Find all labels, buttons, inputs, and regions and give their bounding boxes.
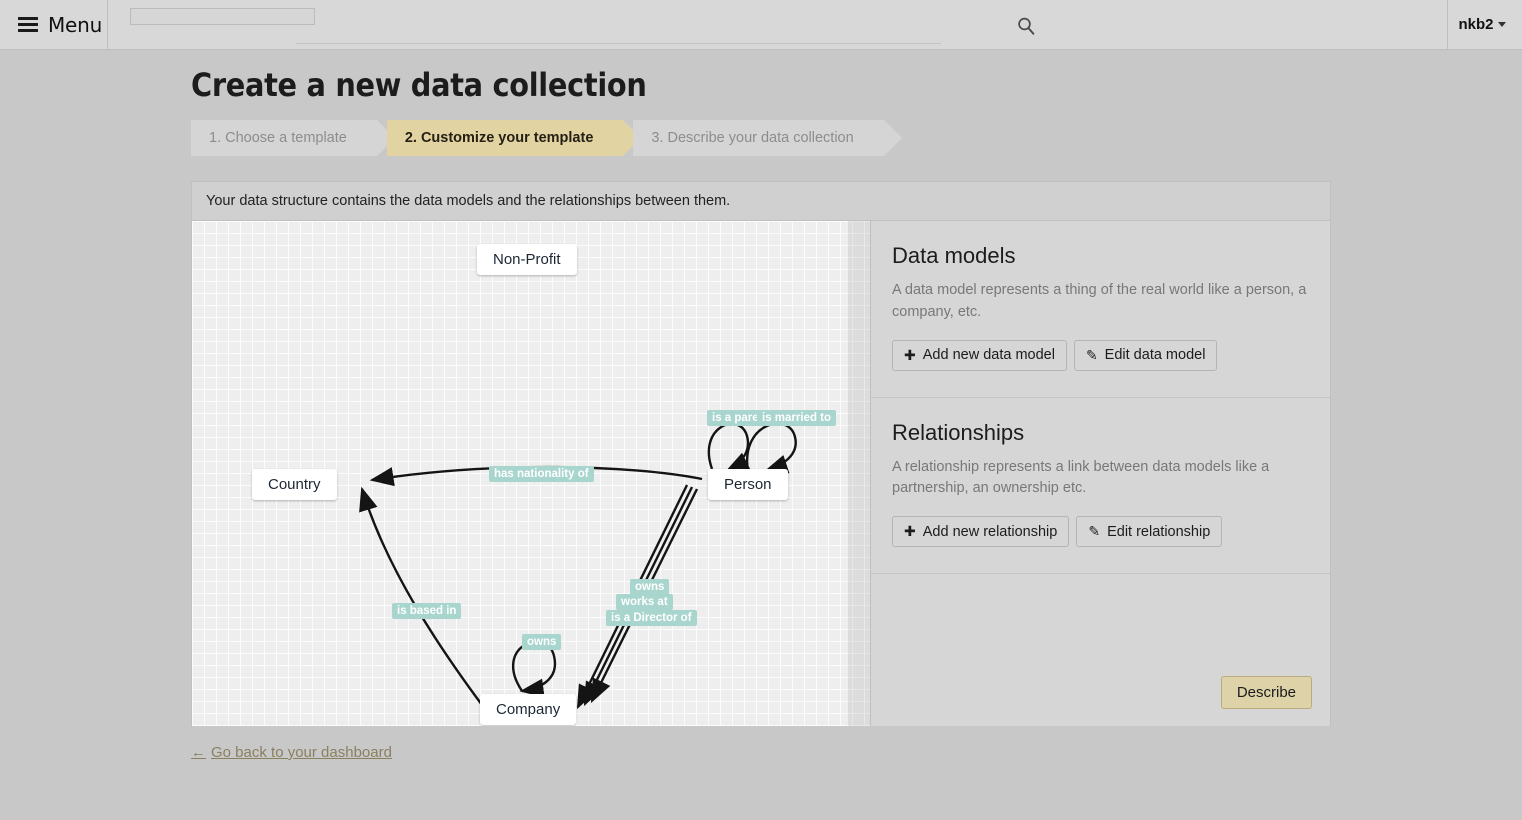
search-input[interactable] bbox=[296, 8, 941, 44]
panel-body: Non-Profit Country Person Company is a p… bbox=[192, 221, 1330, 726]
page-title: Create a new data collection bbox=[191, 66, 647, 104]
plus-icon: ✚ bbox=[904, 346, 916, 363]
step-2-label: 2. Customize your template bbox=[404, 130, 594, 146]
search-icon[interactable] bbox=[1016, 16, 1036, 36]
edge-label-works-at[interactable]: works at bbox=[616, 594, 673, 610]
edge-label-is-a-director-of[interactable]: is a Director of bbox=[606, 610, 697, 626]
edit-relationship-button[interactable]: ✎ Edit relationship bbox=[1076, 516, 1223, 547]
menu-button[interactable]: Menu bbox=[0, 0, 108, 49]
menu-button-label: Menu bbox=[48, 12, 103, 37]
edge-label-is-based-in[interactable]: is based in bbox=[392, 603, 462, 619]
step-3-label: 3. Describe your data collection bbox=[651, 130, 854, 146]
go-back-link-label: Go back to your dashboard bbox=[211, 744, 392, 761]
graph-node-country[interactable]: Country bbox=[252, 469, 337, 500]
search-area bbox=[108, 0, 1447, 49]
relationships-button-row: ✚ Add new relationship ✎ Edit relationsh… bbox=[892, 516, 1309, 547]
panel-description: Your data structure contains the data mo… bbox=[192, 182, 1330, 221]
data-models-description: A data model represents a thing of the r… bbox=[892, 282, 1307, 320]
step-3-describe-collection[interactable]: 3. Describe your data collection bbox=[633, 120, 903, 156]
add-new-data-model-label: Add new data model bbox=[922, 347, 1055, 363]
step-1-label: 1. Choose a template bbox=[209, 130, 347, 146]
relationships-heading: Relationships bbox=[892, 419, 1025, 445]
edge-label-owns-company[interactable]: owns bbox=[522, 634, 562, 650]
top-navigation-bar: Menu nkb2 bbox=[0, 0, 1522, 50]
add-new-data-model-button[interactable]: ✚ Add new data model bbox=[892, 339, 1067, 371]
main-panel: Your data structure contains the data mo… bbox=[191, 181, 1331, 726]
search-decoration-bar bbox=[130, 8, 315, 25]
describe-button[interactable]: Describe bbox=[1220, 675, 1312, 709]
pencil-icon: ✎ bbox=[1085, 346, 1098, 363]
graph-canvas[interactable]: Non-Profit Country Person Company is a p… bbox=[192, 221, 871, 726]
graph-node-company[interactable]: Company bbox=[480, 694, 577, 725]
user-menu-label: nkb2 bbox=[1458, 16, 1494, 33]
edge-label-has-nationality-of[interactable]: has nationality of bbox=[489, 466, 594, 482]
data-models-button-row: ✚ Add new data model ✎ Edit data model bbox=[892, 339, 1309, 371]
left-arrow-icon: ← bbox=[191, 744, 206, 761]
step-2-customize-template[interactable]: 2. Customize your template bbox=[386, 120, 641, 156]
edit-data-model-button[interactable]: ✎ Edit data model bbox=[1073, 339, 1218, 371]
data-models-section: Data models A data model represents a th… bbox=[871, 221, 1330, 398]
graph-node-non-profit[interactable]: Non-Profit bbox=[477, 244, 577, 275]
relationships-description: A relationship represents a link between… bbox=[892, 458, 1270, 497]
sidebar-footer: Describe bbox=[871, 658, 1330, 726]
info-sidebar: Data models A data model represents a th… bbox=[871, 221, 1330, 726]
relationships-section: Relationships A relationship represents … bbox=[871, 398, 1330, 574]
step-breadcrumb: 1. Choose a template 2. Customize your t… bbox=[191, 120, 903, 156]
plus-icon: ✚ bbox=[904, 523, 916, 539]
user-menu[interactable]: nkb2 bbox=[1447, 0, 1522, 49]
edit-data-model-label: Edit data model bbox=[1104, 347, 1206, 363]
chevron-down-icon bbox=[1497, 22, 1506, 27]
add-new-relationship-button[interactable]: ✚ Add new relationship bbox=[892, 516, 1070, 547]
edge-label-is-married-to[interactable]: is married to bbox=[757, 410, 837, 426]
data-models-heading: Data models bbox=[892, 243, 1016, 268]
go-back-to-dashboard-link[interactable]: ← Go back to your dashboard bbox=[191, 744, 392, 761]
graph-node-person[interactable]: Person bbox=[708, 469, 788, 500]
edit-relationship-label: Edit relationship bbox=[1107, 523, 1211, 540]
add-new-relationship-label: Add new relationship bbox=[922, 523, 1058, 540]
edge-label-owns-person[interactable]: owns bbox=[630, 579, 670, 595]
step-1-choose-template[interactable]: 1. Choose a template bbox=[191, 120, 395, 156]
pencil-icon: ✎ bbox=[1088, 523, 1101, 539]
hamburger-icon bbox=[18, 14, 38, 35]
